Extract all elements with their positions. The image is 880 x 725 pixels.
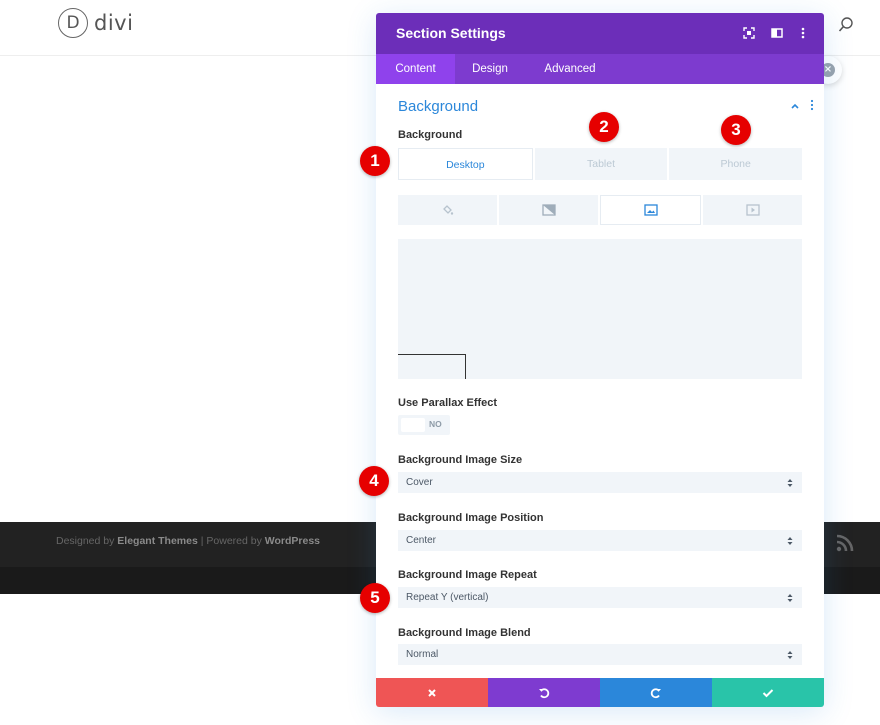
bgtype-image[interactable] <box>600 195 701 225</box>
toggle-state: NO <box>429 419 442 429</box>
logo-mark: D <box>58 8 88 38</box>
parallax-toggle[interactable]: NO <box>398 415 450 435</box>
select-arrows-icon <box>787 530 793 554</box>
paint-bucket-icon <box>442 205 453 215</box>
modal-title: Section Settings <box>396 25 506 41</box>
device-tab-desktop[interactable]: Desktop <box>398 148 533 180</box>
chevron-up-icon[interactable] <box>790 101 800 111</box>
select-image-position[interactable]: Center <box>398 530 802 551</box>
footer-brand-link[interactable]: Elegant Themes <box>117 535 198 547</box>
parallax-label: Use Parallax Effect <box>398 397 498 409</box>
select-image-size[interactable]: Cover <box>398 472 802 493</box>
modal-header: Section Settings <box>376 13 824 54</box>
preview-thumbnail <box>398 354 466 379</box>
split-view-icon[interactable] <box>770 26 784 40</box>
fullscreen-icon[interactable] <box>742 26 756 40</box>
field-label-blend: Background Image Blend <box>398 627 531 639</box>
select-value: Center <box>406 535 437 546</box>
field-label-repeat: Background Image Repeat <box>398 569 537 581</box>
redo-button[interactable] <box>600 678 712 707</box>
section-title[interactable]: Background <box>398 98 478 115</box>
marker-5: 5 <box>360 583 390 613</box>
select-arrows-icon <box>787 644 793 668</box>
device-tab-tablet[interactable]: Tablet <box>534 148 668 180</box>
tab-design[interactable]: Design <box>455 54 525 84</box>
footer-credits: Designed by Elegant Themes | Powered by … <box>56 535 321 547</box>
toggle-knob <box>401 418 425 432</box>
modal-body: Background Background Desktop Tablet Pho… <box>376 84 824 678</box>
select-value: Cover <box>406 477 433 488</box>
select-arrows-icon <box>787 587 793 611</box>
select-value: Normal <box>406 649 439 660</box>
video-icon <box>745 204 760 216</box>
device-tabs: Desktop Tablet Phone <box>398 148 803 180</box>
select-arrows-icon <box>787 472 793 496</box>
marker-2: 2 <box>589 112 619 142</box>
redo-icon <box>650 687 661 698</box>
field-label-position: Background Image Position <box>398 512 544 524</box>
marker-4: 4 <box>359 466 389 496</box>
discard-button[interactable] <box>376 678 488 707</box>
image-icon <box>643 204 658 216</box>
footer-cms-link[interactable]: WordPress <box>265 535 320 547</box>
modal-tabs: Content Design Advanced <box>376 54 824 84</box>
undo-button[interactable] <box>488 678 600 707</box>
select-value: Repeat Y (vertical) <box>406 592 489 603</box>
select-image-repeat[interactable]: Repeat Y (vertical) <box>398 587 802 608</box>
device-tab-phone[interactable]: Phone <box>669 148 803 180</box>
tab-advanced[interactable]: Advanced <box>528 54 612 84</box>
more-options-icon[interactable] <box>796 26 810 40</box>
check-icon <box>762 688 774 697</box>
undo-icon <box>539 687 550 698</box>
gradient-icon <box>541 204 556 216</box>
close-icon <box>428 688 436 697</box>
search-icon[interactable] <box>838 16 854 34</box>
marker-1: 1 <box>360 146 390 176</box>
bgtype-color[interactable] <box>398 195 497 225</box>
logo-text: divi <box>94 11 134 35</box>
bgtype-video[interactable] <box>703 195 802 225</box>
background-image-preview[interactable] <box>398 239 802 379</box>
bgtype-gradient[interactable] <box>499 195 598 225</box>
save-button[interactable] <box>712 678 824 707</box>
rss-icon[interactable] <box>836 534 854 552</box>
tab-content[interactable]: Content <box>376 54 455 84</box>
section-more-icon[interactable] <box>809 99 815 111</box>
marker-3: 3 <box>721 115 751 145</box>
background-label: Background <box>398 129 463 141</box>
site-logo[interactable]: D divi <box>58 8 133 38</box>
modal-footer-buttons <box>376 678 824 707</box>
background-type-tabs <box>398 195 802 225</box>
select-image-blend[interactable]: Normal <box>398 644 802 665</box>
field-label-size: Background Image Size <box>398 454 523 466</box>
